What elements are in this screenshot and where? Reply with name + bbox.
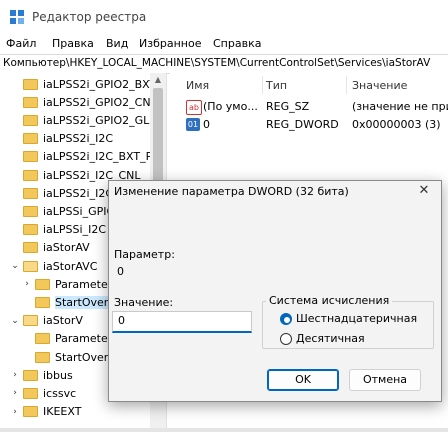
chevron-down-icon[interactable]: ⌄ [10, 316, 20, 326]
decimal-radio-label[interactable]: Десятичная [296, 332, 365, 345]
folder-icon [23, 133, 38, 145]
tree-item[interactable]: Parameters [22, 330, 118, 348]
folder-icon [23, 96, 38, 108]
tree-item[interactable]: iaLPSS2i_GPIO2_CNL [10, 93, 157, 111]
folder-icon [35, 296, 50, 308]
column-name[interactable]: Имя [186, 79, 209, 92]
parameter-name-field: 0 [112, 263, 430, 283]
folder-icon [23, 224, 38, 236]
folder-icon [23, 387, 38, 399]
value-data: (значение не при [352, 100, 448, 113]
tree-item[interactable]: › icssvc [10, 384, 76, 402]
folder-icon [23, 114, 38, 126]
column-divider[interactable] [262, 76, 263, 94]
tree-item[interactable]: iaStorAV [10, 239, 90, 257]
folder-icon [23, 205, 38, 217]
folder-icon [23, 151, 38, 163]
registry-app-icon [10, 10, 24, 24]
folder-icon [23, 315, 38, 327]
menu-file[interactable]: Файл [6, 37, 36, 50]
chevron-right-icon[interactable]: › [10, 407, 20, 417]
parameter-label: Параметр: [114, 248, 175, 261]
value-type: REG_SZ [266, 100, 310, 113]
tree-item-label: iaLPSS2i_I2C [43, 132, 114, 146]
value-data: 0x00000003 (3) [352, 118, 441, 131]
value-data-input[interactable]: 0 [112, 311, 252, 333]
tree-item[interactable]: iaLPSSi_I2C [10, 221, 106, 239]
tree-item[interactable]: iaLPSS2i_GPIO2_BXT_ [10, 75, 162, 93]
folder-icon [23, 78, 38, 90]
tree-item[interactable]: ⌄ iaStorV [10, 312, 83, 330]
tree-item-label: iaLPSSi_I2C [43, 223, 107, 237]
dword-value-icon: 01 [186, 118, 200, 131]
tree-item[interactable]: iaLPSSi_GPIO [10, 202, 115, 220]
value-name[interactable]: 0 [203, 118, 210, 131]
folder-icon [23, 260, 38, 272]
base-label: Система исчисления [266, 294, 393, 307]
hex-radio-label[interactable]: Шестнадцатеричная [296, 312, 417, 325]
dialog-title: Изменение параметра DWORD (32 бита) [114, 185, 349, 198]
value-type: REG_DWORD [266, 118, 339, 131]
window-title: Редактор реестра [32, 10, 147, 24]
ok-button[interactable]: OK [267, 369, 339, 391]
decimal-radio[interactable] [280, 333, 292, 345]
column-value[interactable]: Значение [352, 79, 407, 92]
value-name[interactable]: (По умо... [203, 100, 258, 113]
folder-icon [23, 242, 38, 254]
address-path[interactable]: Компьютер\HKEY_LOCAL_MACHINE\SYSTEM\Curr… [3, 57, 445, 69]
folder-icon [35, 351, 50, 363]
tree-item-label: ibbus [43, 368, 73, 382]
hex-radio[interactable] [280, 313, 292, 325]
tree-item[interactable]: iaLPSS2i_I2C [10, 130, 113, 148]
folder-icon [35, 333, 50, 345]
tree-item[interactable]: › ibbus [10, 366, 73, 384]
folder-icon [23, 406, 38, 418]
tree-item-label: icssvc [43, 386, 77, 400]
column-divider[interactable] [346, 76, 347, 94]
tree-item-label: iaStorV [43, 314, 83, 328]
tree-item[interactable]: › Parameters [22, 275, 118, 293]
tree-item[interactable]: ⌄ iaStorAVC [10, 257, 97, 275]
folder-icon [23, 187, 38, 199]
column-type[interactable]: Тип [266, 79, 287, 92]
tree-item-label: iaLPSS2i_GPIO2_GLK [43, 113, 157, 127]
menu-edit[interactable]: Правка [52, 37, 94, 50]
tree-item[interactable]: › IKEEXT [10, 403, 81, 421]
folder-icon [23, 369, 38, 381]
string-value-icon: ab [186, 100, 202, 115]
cancel-button[interactable]: Отмена [349, 369, 421, 391]
status-strip [0, 428, 448, 432]
menu-view[interactable]: Вид [106, 37, 128, 50]
value-label: Значение: [114, 296, 174, 309]
menu-favorites[interactable]: Избранное [139, 37, 201, 50]
folder-icon [23, 169, 38, 181]
tree-item-label: iaLPSS2i_GPIO2_CNL [43, 95, 157, 109]
tree-item[interactable]: iaLPSS2i_GPIO2_GLK [10, 111, 157, 129]
close-icon[interactable]: ✕ [410, 181, 438, 201]
chevron-right-icon[interactable]: › [10, 388, 20, 398]
menu-help[interactable]: Справка [213, 37, 261, 50]
tree-item-label: iaLPSSi_GPIO [43, 204, 116, 218]
chevron-down-icon[interactable]: ⌄ [10, 261, 20, 271]
chevron-right-icon[interactable]: › [10, 370, 20, 380]
folder-icon [35, 278, 50, 290]
tree-item-label: IKEEXT [43, 405, 82, 419]
tree-item-label: iaLPSS2i_GPIO2_BXT_ [43, 77, 162, 91]
tree-item[interactable]: iaLPSS2i_I2C_BXT_P [10, 148, 152, 166]
tree-item-label: iaLPSS2i_I2C_BXT_P [43, 150, 153, 164]
tree-item-label: iaStorAV [43, 241, 90, 255]
tree-item-label: iaStorAVC [43, 259, 98, 273]
chevron-right-icon[interactable]: › [22, 279, 32, 289]
scroll-up-icon[interactable]: ▲ [151, 74, 165, 86]
